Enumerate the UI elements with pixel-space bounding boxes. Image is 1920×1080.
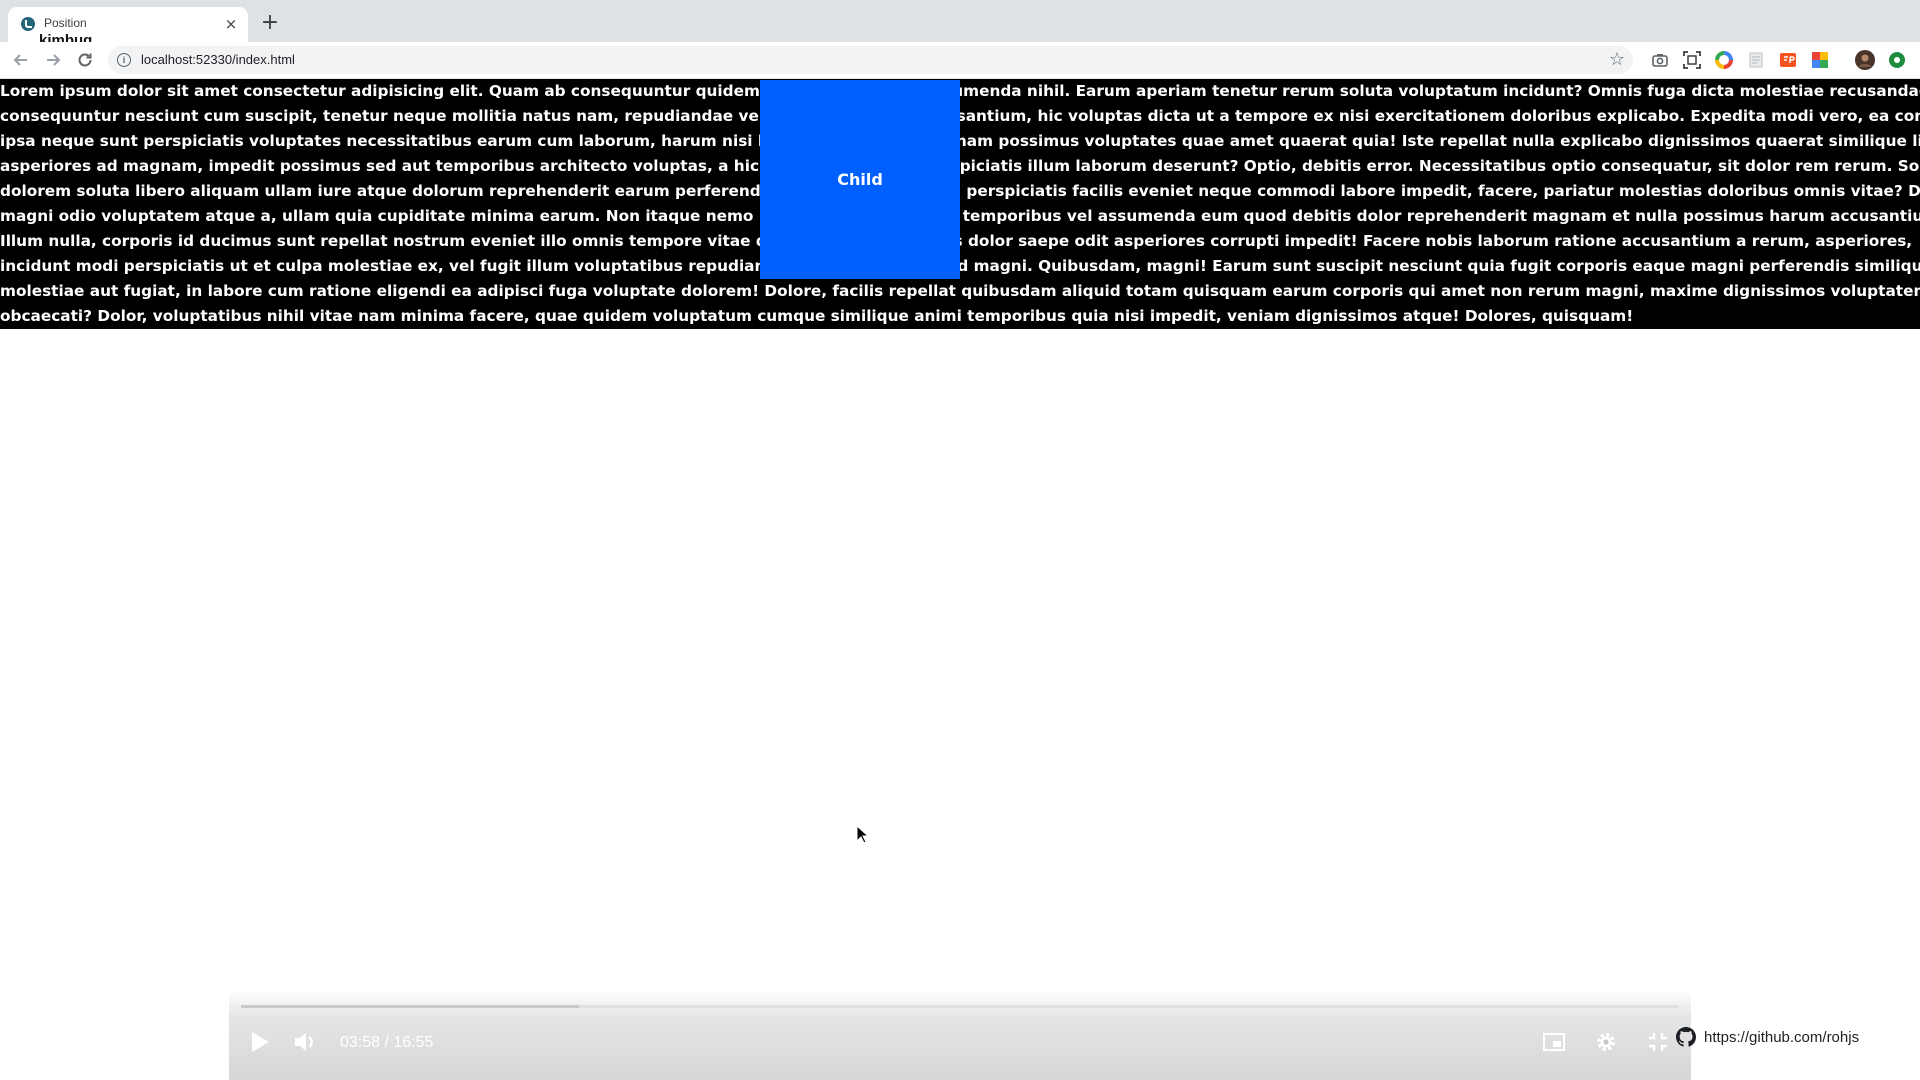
- child-box: Child: [760, 80, 960, 279]
- github-icon: [1676, 1027, 1696, 1047]
- forward-button[interactable]: [41, 48, 65, 72]
- profile-avatar[interactable]: [1855, 50, 1875, 70]
- camera-icon[interactable]: [1650, 50, 1670, 70]
- page-content: Lorem ipsum dolor sit amet consectetur a…: [0, 79, 1920, 329]
- settings-button[interactable]: [1591, 1027, 1621, 1057]
- paragraph-line: Lorem ipsum dolor sit amet consectetur a…: [0, 82, 1920, 100]
- tab-title: Position: [44, 16, 87, 30]
- video-player-controls: 03:58 / 16:55: [229, 990, 1691, 1080]
- github-watermark: https://github.com/rohjs: [1676, 1024, 1859, 1050]
- parent-box: Lorem ipsum dolor sit amet consectetur a…: [0, 79, 1920, 329]
- screenshot-icon[interactable]: [1682, 50, 1702, 70]
- fb-icon[interactable]: [1778, 50, 1798, 70]
- tab-strip: Position × +: [0, 0, 1920, 42]
- settings-icon: [1597, 1033, 1615, 1051]
- reload-button[interactable]: [73, 48, 97, 72]
- video-time: 03:58 / 16:55: [340, 1034, 434, 1051]
- progress-fill: [241, 1005, 579, 1008]
- paragraph-line: incidunt modi perspiciatis ut et culpa m…: [0, 257, 1920, 275]
- paragraph-line: obcaecati? Dolor, voluptatibus nihil vit…: [0, 307, 1634, 325]
- new-tab-button[interactable]: +: [258, 11, 282, 35]
- exit-fullscreen-button[interactable]: [1643, 1027, 1673, 1057]
- miniplayer-button[interactable]: [1539, 1027, 1569, 1057]
- tab-close-icon[interactable]: ×: [222, 15, 240, 33]
- paragraph-line: Illum nulla, corporis id ducimus sunt re…: [0, 232, 1913, 250]
- paragraph-line: dolorem soluta libero aliquam ullam iure…: [0, 182, 1920, 200]
- play-button[interactable]: [245, 1027, 275, 1057]
- back-arrow-icon: [13, 54, 27, 66]
- volume-icon: [295, 1033, 313, 1051]
- globe-icon: [21, 17, 35, 31]
- github-url-text: https://github.com/rohjs: [1704, 1028, 1860, 1046]
- progress-bar[interactable]: [241, 1005, 1679, 1008]
- palette-icon[interactable]: [1810, 50, 1830, 70]
- exit-fullscreen-icon: [1649, 1033, 1667, 1051]
- reload-icon: [78, 53, 92, 67]
- child-label: Child: [837, 170, 883, 189]
- miniplayer-icon: [1543, 1033, 1565, 1051]
- url-text[interactable]: localhost:52330/index.html: [141, 52, 295, 67]
- volume-button[interactable]: [291, 1027, 321, 1057]
- mouse-cursor-icon: [856, 825, 870, 844]
- paragraph-line: asperiores ad magnam, impedit possimus s…: [0, 157, 1920, 175]
- paragraph-line: ipsa neque sunt perspiciatis voluptates …: [0, 132, 1920, 150]
- forward-arrow-icon: [47, 54, 61, 66]
- address-bar[interactable]: i localhost:52330/index.html ☆: [108, 46, 1633, 74]
- browser-toolbar: i localhost:52330/index.html ☆: [0, 42, 1920, 79]
- paragraph-line: molestiae aut fugiat, in labore cum rati…: [0, 282, 1920, 300]
- bookmark-star-icon[interactable]: ☆: [1609, 49, 1625, 71]
- colorwheel-icon[interactable]: [1714, 50, 1734, 70]
- status-icon[interactable]: [1887, 50, 1907, 70]
- doc-icon[interactable]: [1746, 50, 1766, 70]
- paragraph-line: magni odio voluptatem atque a, ullam qui…: [0, 207, 1920, 225]
- back-button[interactable]: [9, 48, 33, 72]
- info-icon[interactable]: i: [117, 53, 131, 67]
- play-icon: [252, 1032, 269, 1052]
- paragraph-line: consequuntur nesciunt cum suscipit, tene…: [0, 107, 1920, 125]
